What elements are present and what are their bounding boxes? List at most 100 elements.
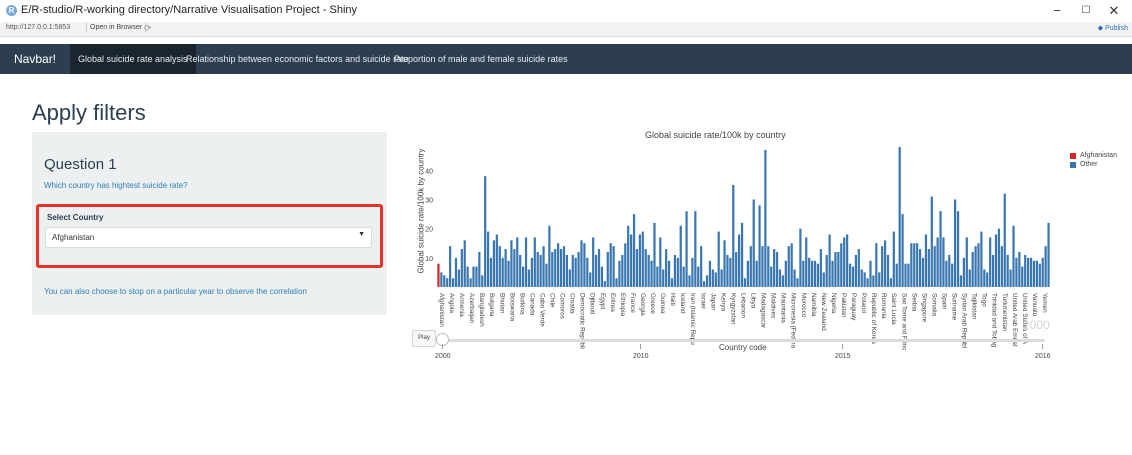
legend-item-other[interactable]: Other [1070,160,1117,169]
bar-other[interactable] [609,243,612,287]
bar-other[interactable] [775,252,779,287]
bar-other[interactable] [825,254,828,287]
bar-other[interactable] [787,246,790,287]
bar-other[interactable] [705,275,709,287]
bar-other[interactable] [682,266,685,287]
bar-other[interactable] [533,237,536,287]
bar-other[interactable] [630,234,633,288]
bar-other[interactable] [676,257,679,287]
bar-other[interactable] [784,260,787,287]
bar-other[interactable] [592,237,595,287]
bar-other[interactable] [930,196,933,287]
bar-other[interactable] [557,243,560,287]
bar-other[interactable] [989,237,992,287]
bar-other[interactable] [916,243,919,287]
bar-other[interactable] [924,234,928,288]
bar-other[interactable] [516,237,519,287]
bar-other[interactable] [1041,257,1044,287]
bar-other[interactable] [475,266,478,287]
bar-other[interactable] [954,199,957,288]
bar-other[interactable] [770,266,773,287]
bar-other[interactable] [743,278,747,287]
bar-other[interactable] [641,231,644,287]
bar-afghanistan[interactable] [437,263,440,287]
bar-other[interactable] [735,252,738,287]
bar-other[interactable] [478,252,481,287]
bar-other[interactable] [501,257,504,287]
bar-other[interactable] [618,260,621,287]
bar-other[interactable] [927,249,930,287]
bar-other[interactable] [1044,246,1047,287]
bar-other[interactable] [545,263,548,287]
bar-other[interactable] [889,278,893,287]
bar-other[interactable] [446,278,449,287]
bar-other[interactable] [752,199,755,288]
refresh-icon[interactable]: ⟳ [144,23,152,34]
bar-other[interactable] [895,263,898,287]
bar-other[interactable] [656,266,659,287]
bar-other[interactable] [665,249,668,287]
bar-other[interactable] [857,249,860,287]
bar-other[interactable] [875,243,878,287]
bar-other[interactable] [615,278,618,287]
bar-other[interactable] [918,249,922,287]
bar-other[interactable] [700,246,703,287]
bar-other[interactable] [860,269,863,288]
bar-other[interactable] [854,254,857,287]
bar-other[interactable] [901,214,904,287]
bar-other[interactable] [869,260,872,287]
bar-other[interactable] [451,278,455,287]
bar-other[interactable] [627,225,630,287]
bar-other[interactable] [440,272,443,287]
bar-other[interactable] [691,257,694,287]
bar-other[interactable] [974,246,977,287]
bar-other[interactable] [565,254,569,287]
bar-other[interactable] [522,266,525,287]
bar-other[interactable] [484,176,487,287]
bar-other[interactable] [670,278,674,287]
bar-other[interactable] [758,205,761,287]
bar-other[interactable] [723,240,726,287]
bar-other[interactable] [773,249,776,287]
bar-other[interactable] [816,263,820,287]
bar-other[interactable] [527,269,531,288]
bar-other[interactable] [959,275,963,287]
bar-other[interactable] [562,246,566,287]
bar-other[interactable] [764,149,767,287]
bar-other[interactable] [767,246,770,287]
bar-other[interactable] [904,263,907,287]
bar-other[interactable] [577,252,580,287]
bar-other[interactable] [486,231,490,287]
bar-other[interactable] [822,272,825,287]
bar-other[interactable] [951,263,954,287]
bar-other[interactable] [851,266,855,287]
publish-button[interactable]: ◆ Publish [1098,24,1128,32]
bar-other[interactable] [1032,260,1036,287]
bar-other[interactable] [492,240,496,287]
legend-item-afghanistan[interactable]: Afghanistan [1070,151,1117,160]
bar-other[interactable] [1000,246,1003,287]
bar-other[interactable] [962,257,965,287]
bar-other[interactable] [559,249,563,287]
bar-other[interactable] [813,260,817,287]
bar-other[interactable] [945,260,948,287]
bar-other[interactable] [983,269,986,288]
bar-other[interactable] [848,263,852,287]
bar-other[interactable] [597,249,601,287]
bar-other[interactable] [1015,257,1018,287]
bar-other[interactable] [840,243,843,287]
bar-other[interactable] [583,243,586,287]
bar-other[interactable] [805,237,808,287]
tab-male-female-proportion[interactable]: Proportion of male and female suicide ra… [394,44,568,74]
bar-other[interactable] [913,243,916,287]
bar-other[interactable] [1009,269,1012,288]
bar-other[interactable] [1012,225,1015,287]
bar-other[interactable] [1006,254,1009,287]
bar-other[interactable] [449,246,452,287]
bar-other[interactable] [600,266,604,287]
bar-other[interactable] [1024,254,1027,287]
open-in-browser-button[interactable]: Open in Browser [86,23,147,32]
bar-other[interactable] [530,257,533,287]
bar-other[interactable] [1018,252,1021,287]
bar-other[interactable] [980,231,983,287]
